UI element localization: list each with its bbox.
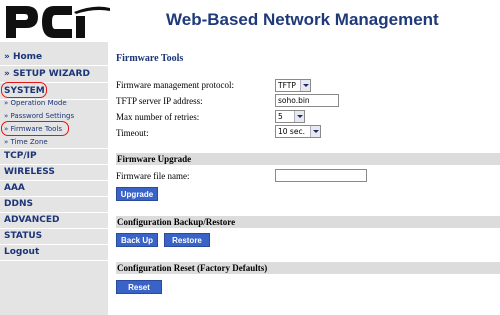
firmware-tools-highlight-circle <box>1 121 69 136</box>
backup-restore-heading: Configuration Backup/Restore <box>116 216 500 228</box>
upgrade-button[interactable]: Upgrade <box>116 187 158 201</box>
protocol-select-value: TFTP <box>278 81 296 90</box>
timeout-select[interactable]: 10 sec. <box>275 125 321 138</box>
sidebar-item-tcpip[interactable]: TCP/IP <box>0 148 108 164</box>
retries-select-value: 5 <box>278 112 283 121</box>
server-ip-label: TFTP server IP address: <box>116 96 203 106</box>
firmware-file-label: Firmware file name: <box>116 171 190 181</box>
retries-select[interactable]: 5 <box>275 110 305 123</box>
sidebar-item-operation-mode[interactable]: » Operation Mode <box>0 97 108 109</box>
sidebar-item-wireless[interactable]: WIRELESS <box>0 164 108 180</box>
backup-button[interactable]: Back Up <box>116 233 158 247</box>
header: Web-Based Network Management <box>0 0 500 42</box>
sidebar-item-logout[interactable]: Logout <box>0 244 108 260</box>
sidebar-item-ddns[interactable]: DDNS <box>0 196 108 212</box>
config-reset-heading: Configuration Reset (Factory Defaults) <box>116 262 500 274</box>
timeout-label: Timeout: <box>116 128 149 138</box>
system-highlight-circle <box>1 82 47 98</box>
retries-label: Max number of retries: <box>116 112 200 122</box>
protocol-select[interactable]: TFTP <box>275 79 311 92</box>
server-ip-input[interactable]: soho.bin <box>275 94 339 107</box>
sidebar: » Home » SETUP WIZARD SYSTEM » Operation… <box>0 42 108 315</box>
restore-button[interactable]: Restore <box>164 233 210 247</box>
sidebar-item-aaa[interactable]: AAA <box>0 180 108 196</box>
sidebar-item-status[interactable]: STATUS <box>0 228 108 244</box>
firmware-file-input[interactable] <box>275 169 367 182</box>
sidebar-divider <box>0 260 108 261</box>
chevron-down-icon <box>300 80 310 91</box>
reset-button[interactable]: Reset <box>116 280 162 294</box>
chevron-down-icon <box>310 126 320 137</box>
timeout-select-value: 10 sec. <box>278 127 305 136</box>
sidebar-item-time-zone[interactable]: » Time Zone <box>0 136 108 148</box>
pci-logo <box>6 6 110 38</box>
sidebar-item-home[interactable]: » Home <box>0 49 108 65</box>
page-header-title: Web-Based Network Management <box>166 10 439 29</box>
chevron-down-icon <box>294 111 304 122</box>
page-title: Firmware Tools <box>116 53 184 64</box>
firmware-upgrade-heading: Firmware Upgrade <box>116 153 500 165</box>
sidebar-item-advanced[interactable]: ADVANCED <box>0 212 108 228</box>
protocol-label: Firmware management protocol: <box>116 80 234 90</box>
main-content: Firmware Tools Firmware management proto… <box>108 42 500 315</box>
sidebar-item-setup-wizard[interactable]: » SETUP WIZARD <box>0 66 108 82</box>
